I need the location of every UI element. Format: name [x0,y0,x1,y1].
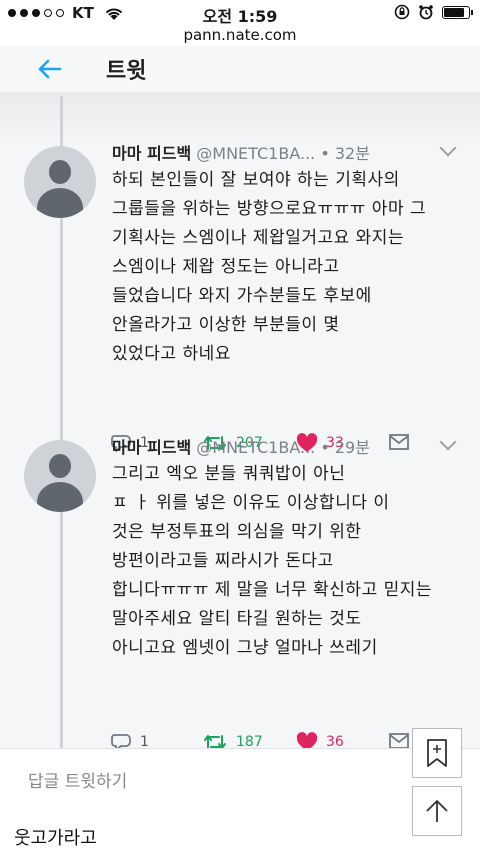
tweet-line: 합니다ㅠㅠㅠ 제 말을 너무 확신하고 믿지는 [112,580,433,600]
avatar-body [37,188,83,218]
author-name[interactable]: 마마 피드백 [112,144,191,163]
author-handle: @MNETC1BA... [196,144,316,163]
tweet-line: 그룹들을 위하는 방향으로요ㅠㅠㅠ 아마 그 [112,199,427,219]
avatar-head [49,160,71,184]
tweet-line: 스엠이나 제왑 정도는 아니라고 [112,257,340,277]
status-bar: KT 오전 1:59 [0,0,480,26]
bookmark-add-icon [427,739,447,767]
twitter-screenshot: 트윗 마마 피드백 @MNETC1BA... • 32분 하되 본인들이 잘 보… [0,46,480,816]
tweet-time: • 29분 [320,438,370,457]
author-handle: @MNETC1BA... [196,438,316,457]
dm-button[interactable] [388,433,410,451]
avatar-body [37,482,83,512]
battery-icon [442,5,473,19]
tweet-line: 들었습니다 와지 가수분들도 후보에 [112,286,372,306]
scroll-top-button[interactable] [412,786,462,836]
tweet-line: 그리고 엑오 분들 쿼쿼밥이 아닌 [112,464,346,484]
avatar[interactable] [24,146,96,218]
bookmark-add-button[interactable] [412,728,462,778]
tweet-line: 안올라가고 이상한 부분들이 몇 [112,315,340,335]
tweet-line: 하되 본인들이 잘 보여야 하는 기획사의 [112,170,400,190]
tweet-time: • 32분 [320,144,370,163]
avatar-head [49,454,71,478]
alarm-icon [419,5,433,20]
avatar[interactable] [24,440,96,512]
tweet-text: 하되 본인들이 잘 보여야 하는 기획사의 그룹들을 위하는 방향으로요ㅠㅠㅠ … [112,166,462,369]
tweet-meta: 마마 피드백 @MNETC1BA... • 32분 [112,140,370,164]
tweet-meta: 마마 피드백 @MNETC1BA... • 29분 [112,434,370,458]
tweet-line: 방편이라고들 찌라시가 돈다고 [112,551,334,571]
status-right [394,4,473,20]
back-arrow-icon[interactable] [36,56,62,82]
tweet-line: 기획사는 스엠이나 제왑일거고요 와지는 [112,228,405,248]
tweet-text: 그리고 엑오 분들 쿼쿼밥이 아닌 ㅍ ㅏ 위를 넣은 이유도 이상합니다 이 … [112,460,462,663]
reply-input[interactable]: 답글 트윗하기 [28,767,127,792]
dm-icon [389,434,409,450]
tweet-line: 아니고요 엠넷이 그냥 얼마나 쓰레기 [112,638,378,658]
tweet-line: 있었다고 하네요 [112,344,231,364]
tweet-line: 것은 부정투표의 의심을 막기 위한 [112,522,362,542]
twitter-header: 트윗 [0,46,480,92]
chevron-down-icon[interactable] [439,433,457,451]
tweet-line: 말아주세요 알티 타길 원하는 것도 [112,609,362,629]
browser-url[interactable]: pann.nate.com [0,26,480,44]
reply-compose-bar: 답글 트윗하기 [0,748,480,816]
orientation-lock-icon [394,4,410,20]
header-title: 트윗 [106,59,147,84]
scroll-top-icon [426,800,448,822]
battery-level [444,7,464,17]
tweet-line: ㅍ ㅏ 위를 넣은 이유도 이상합니다 이 [112,493,390,513]
author-name[interactable]: 마마 피드백 [112,438,191,457]
post-caption: 웃고가라고 [14,828,97,849]
